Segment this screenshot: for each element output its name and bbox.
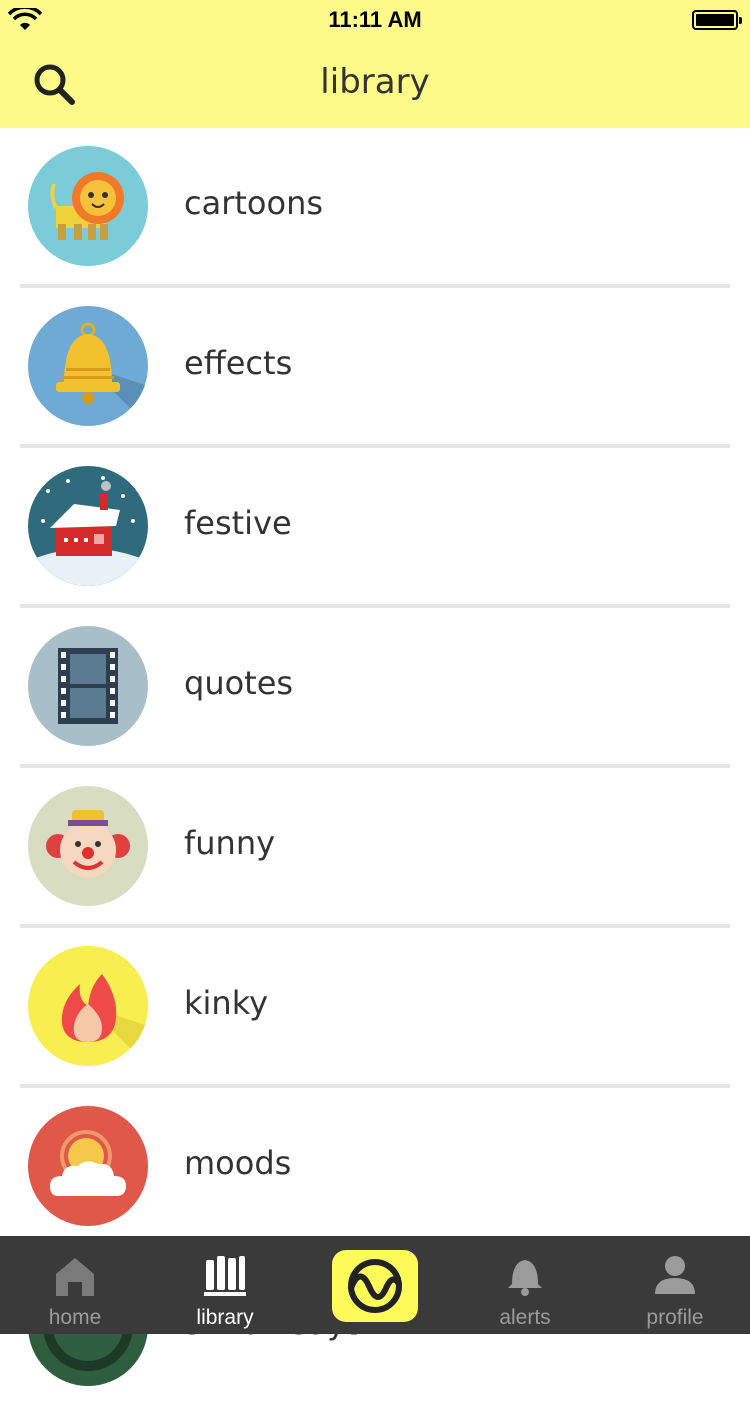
tab-label: alerts (499, 1306, 551, 1329)
list-item-festive[interactable]: festive (0, 448, 750, 608)
bell-icon (508, 1260, 542, 1296)
tab-library[interactable]: library (150, 1236, 300, 1334)
waveform-icon (348, 1259, 402, 1313)
house-icon (56, 1258, 94, 1296)
list-item-moods[interactable]: moods (0, 1088, 750, 1248)
app-header: 11:11 AM library (0, 0, 750, 128)
category-label: moods (184, 1144, 292, 1182)
sun-cloud-icon (28, 1106, 148, 1226)
flame-icon (28, 946, 148, 1066)
list-item-quotes[interactable]: quotes (0, 608, 750, 768)
tab-label: home (48, 1306, 102, 1329)
record-button[interactable] (332, 1250, 418, 1322)
tab-label: library (196, 1306, 254, 1329)
clown-icon (28, 786, 148, 906)
tab-label: profile (646, 1306, 704, 1329)
status-bar: 11:11 AM (0, 0, 750, 40)
category-label: funny (184, 824, 276, 862)
books-icon (204, 1256, 246, 1296)
tab-home[interactable]: home (0, 1236, 150, 1334)
category-label: festive (184, 504, 292, 542)
category-label: effects (184, 344, 293, 382)
lion-icon (28, 146, 148, 266)
bell-icon (28, 306, 148, 426)
person-icon (655, 1256, 695, 1294)
list-item-effects[interactable]: effects (0, 288, 750, 448)
category-label: kinky (184, 984, 269, 1022)
category-label: quotes (184, 664, 294, 702)
film-strip-icon (28, 626, 148, 746)
status-time: 11:11 AM (328, 7, 422, 32)
list-item-kinky[interactable]: kinky (0, 928, 750, 1088)
category-label: cartoons (184, 184, 324, 222)
list-item-cartoons[interactable]: cartoons (0, 128, 750, 288)
tab-alerts[interactable]: alerts (450, 1236, 600, 1334)
list-item-funny[interactable]: funny (0, 768, 750, 928)
page-title: library (320, 62, 430, 102)
battery-icon (692, 10, 742, 30)
tab-profile[interactable]: profile (600, 1236, 750, 1334)
snow-house-icon (28, 466, 148, 586)
tab-bar: home library alerts profile (0, 1236, 750, 1334)
